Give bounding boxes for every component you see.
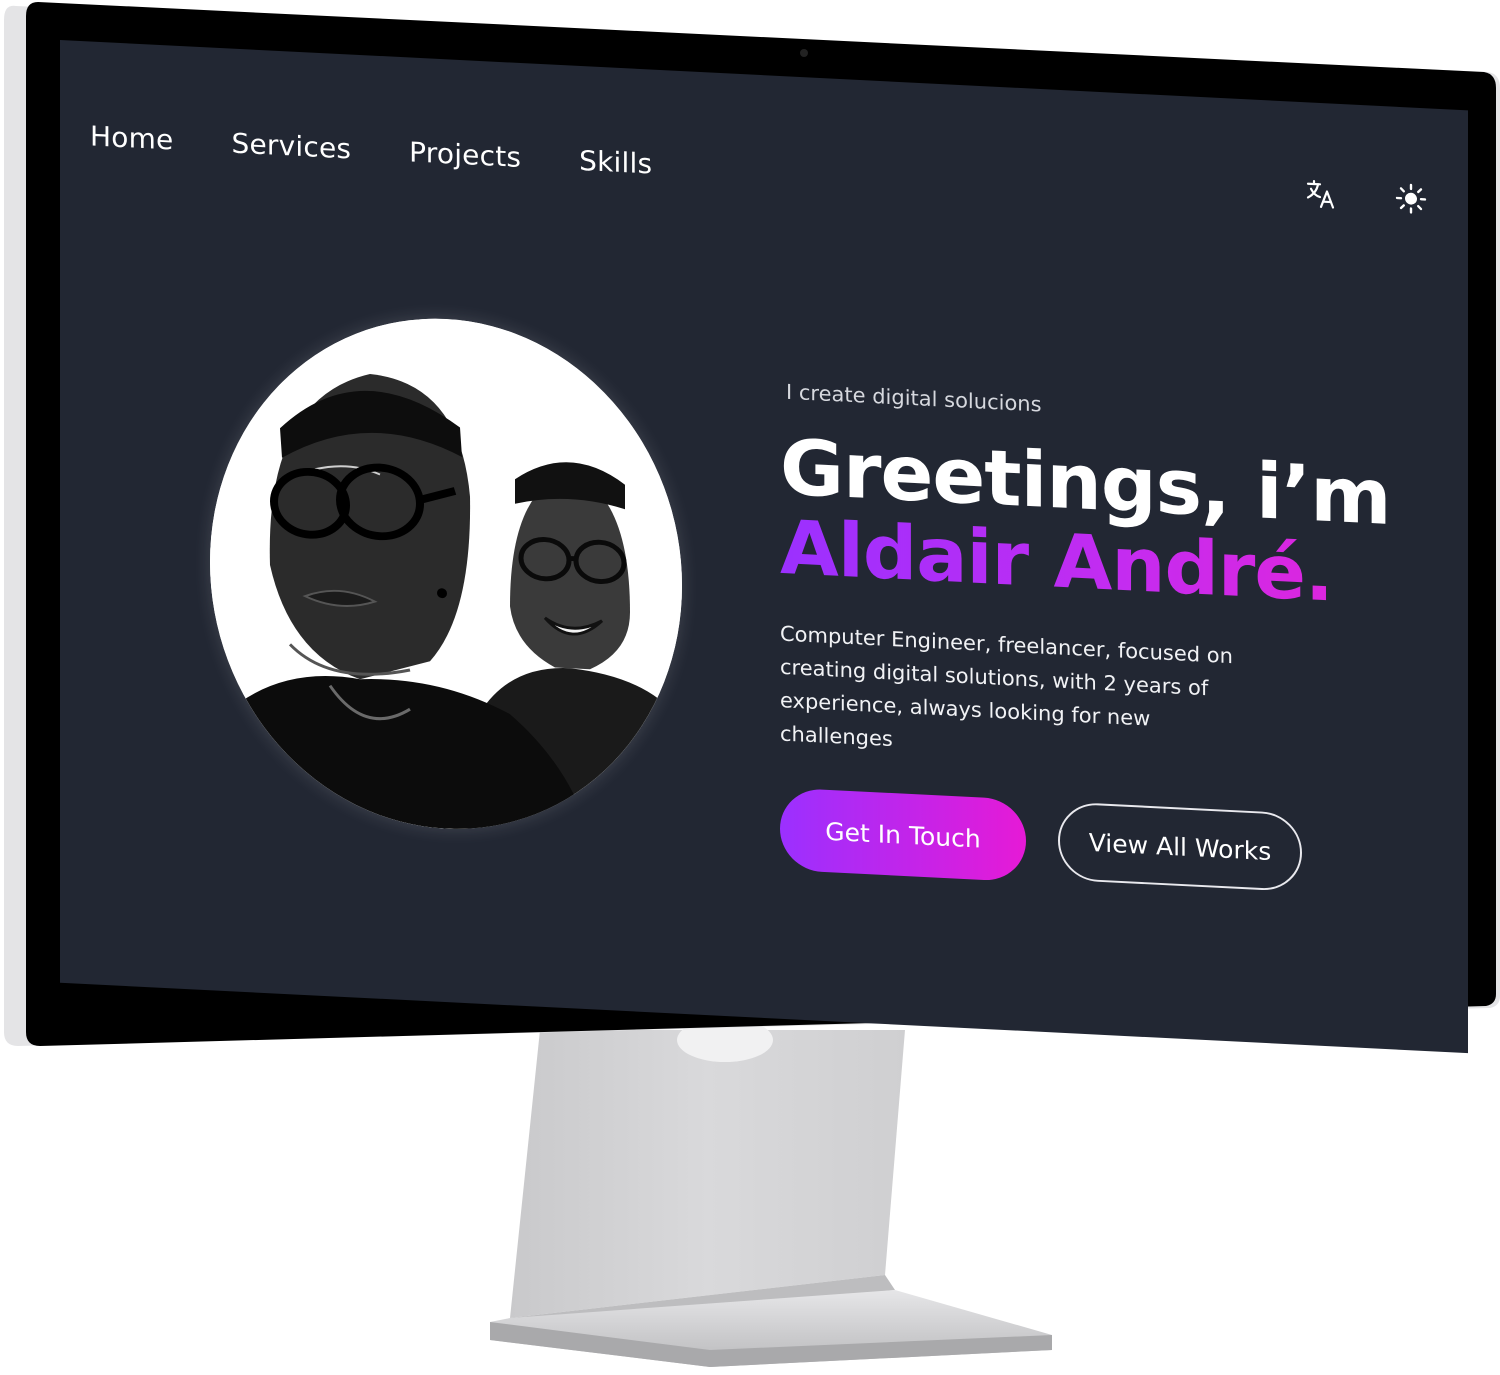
device-mockup: Home Services Projects Skills I create d… (0, 0, 1500, 1375)
hero-content: I create digital solucions Greetings, i’… (780, 380, 1400, 901)
screen: Home Services Projects Skills I create d… (60, 40, 1468, 1054)
language-button[interactable] (1304, 177, 1338, 212)
main-nav: Home Services Projects Skills (90, 120, 652, 180)
theme-toggle-button[interactable] (1394, 181, 1428, 216)
portfolio-page: Home Services Projects Skills I create d… (60, 40, 1468, 1053)
header-actions (1304, 177, 1428, 217)
get-in-touch-button[interactable]: Get In Touch (780, 787, 1026, 883)
sun-icon (1395, 183, 1427, 214)
hero-bio: Computer Engineer, freelancer, focused o… (780, 621, 1233, 752)
profile-illustration (210, 307, 682, 841)
cta-row: Get In Touch View All Works (780, 787, 1400, 901)
nav-home[interactable]: Home (90, 120, 174, 157)
view-all-works-button[interactable]: View All Works (1058, 801, 1302, 893)
nav-skills[interactable]: Skills (579, 144, 652, 180)
nav-projects[interactable]: Projects (409, 136, 521, 174)
translate-icon (1306, 180, 1335, 209)
hero-eyebrow: I create digital solucions (786, 380, 1042, 417)
profile-photo (210, 307, 682, 841)
nav-services[interactable]: Services (232, 127, 352, 165)
